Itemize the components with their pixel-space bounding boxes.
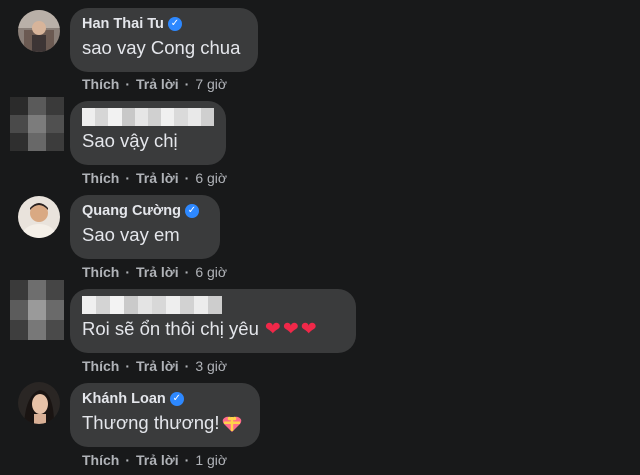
verified-badge-icon: ✓ bbox=[169, 392, 184, 406]
like-button[interactable]: Thích bbox=[82, 358, 119, 374]
comment-text: Sao vậy chị bbox=[82, 130, 178, 151]
author-row: Khánh Loan ✓ bbox=[82, 390, 248, 408]
red-heart-icon: ❤ bbox=[282, 319, 299, 341]
like-button[interactable]: Thích bbox=[82, 452, 119, 468]
author-name[interactable]: Khánh Loan bbox=[82, 391, 166, 407]
heart-gift-icon bbox=[222, 416, 241, 433]
author-name[interactable]: Han Thai Tu bbox=[82, 16, 164, 32]
author-row: Quang Cường ✓ bbox=[82, 202, 208, 220]
like-button[interactable]: Thích bbox=[82, 264, 119, 280]
separator-dot: · bbox=[125, 452, 131, 468]
comment-bubble: Quang Cường ✓ Sao vay em bbox=[70, 195, 220, 259]
reply-button[interactable]: Trả lời bbox=[136, 452, 179, 468]
verified-badge-icon: ✓ bbox=[167, 17, 182, 31]
comment-actions: Thích · Trả lời · 6 giờ bbox=[82, 264, 227, 280]
emoji-group: ❤ ❤ ❤ bbox=[265, 320, 317, 340]
avatar[interactable] bbox=[18, 10, 60, 52]
comment-text: sao vay Cong chua bbox=[82, 37, 241, 58]
separator-dot: · bbox=[125, 358, 131, 374]
author-name[interactable]: Quang Cường bbox=[82, 203, 181, 219]
separator-dot: · bbox=[184, 264, 190, 280]
pixelated-avatar[interactable] bbox=[10, 280, 64, 340]
verified-badge-icon: ✓ bbox=[184, 204, 199, 218]
comment-text: Thương thương! bbox=[82, 412, 220, 433]
comment-bubble: Roi sẽ ổn thôi chị yêu ❤ ❤ ❤ bbox=[70, 289, 356, 353]
timestamp[interactable]: 6 giờ bbox=[195, 264, 227, 280]
red-heart-icon: ❤ bbox=[300, 319, 317, 341]
timestamp[interactable]: 3 giờ bbox=[195, 358, 227, 374]
reply-button[interactable]: Trả lời bbox=[136, 170, 179, 186]
comment-bubble: Khánh Loan ✓ Thương thương! bbox=[70, 383, 260, 447]
comment-text-row: Thương thương! bbox=[82, 411, 248, 435]
avatar-photo bbox=[18, 10, 60, 52]
separator-dot: · bbox=[125, 170, 131, 186]
separator-dot: · bbox=[125, 264, 131, 280]
avatar-photo bbox=[18, 196, 60, 238]
red-heart-icon: ❤ bbox=[264, 319, 281, 341]
comment-actions: Thích · Trả lời · 3 giờ bbox=[82, 358, 227, 374]
avatar[interactable] bbox=[18, 196, 60, 238]
reply-button[interactable]: Trả lời bbox=[136, 264, 179, 280]
blurred-author-name bbox=[82, 296, 344, 314]
timestamp[interactable]: 7 giờ bbox=[195, 76, 227, 92]
separator-dot: · bbox=[125, 76, 131, 92]
comment-actions: Thích · Trả lời · 6 giờ bbox=[82, 170, 227, 186]
comment-actions: Thích · Trả lời · 1 giờ bbox=[82, 452, 227, 468]
separator-dot: · bbox=[184, 452, 190, 468]
comment-text-row: Roi sẽ ổn thôi chị yêu ❤ ❤ ❤ bbox=[82, 317, 344, 341]
separator-dot: · bbox=[184, 358, 190, 374]
separator-dot: · bbox=[184, 170, 190, 186]
reply-button[interactable]: Trả lời bbox=[136, 76, 179, 92]
author-row: Han Thai Tu ✓ bbox=[82, 15, 246, 33]
avatar[interactable] bbox=[18, 382, 60, 424]
avatar-photo bbox=[18, 382, 60, 424]
pixelated-avatar[interactable] bbox=[10, 97, 64, 151]
like-button[interactable]: Thích bbox=[82, 76, 119, 92]
comment-text: Sao vay em bbox=[82, 224, 180, 245]
like-button[interactable]: Thích bbox=[82, 170, 119, 186]
comment-text: Roi sẽ ổn thôi chị yêu bbox=[82, 318, 259, 339]
comment-bubble: Han Thai Tu ✓ sao vay Cong chua bbox=[70, 8, 258, 72]
blurred-author-name bbox=[82, 108, 215, 126]
separator-dot: · bbox=[184, 76, 190, 92]
reply-button[interactable]: Trả lời bbox=[136, 358, 179, 374]
timestamp[interactable]: 1 giờ bbox=[195, 452, 227, 468]
timestamp[interactable]: 6 giờ bbox=[195, 170, 227, 186]
comment-bubble: Sao vậy chị bbox=[70, 101, 226, 165]
comment-actions: Thích · Trả lời · 7 giờ bbox=[82, 76, 227, 92]
